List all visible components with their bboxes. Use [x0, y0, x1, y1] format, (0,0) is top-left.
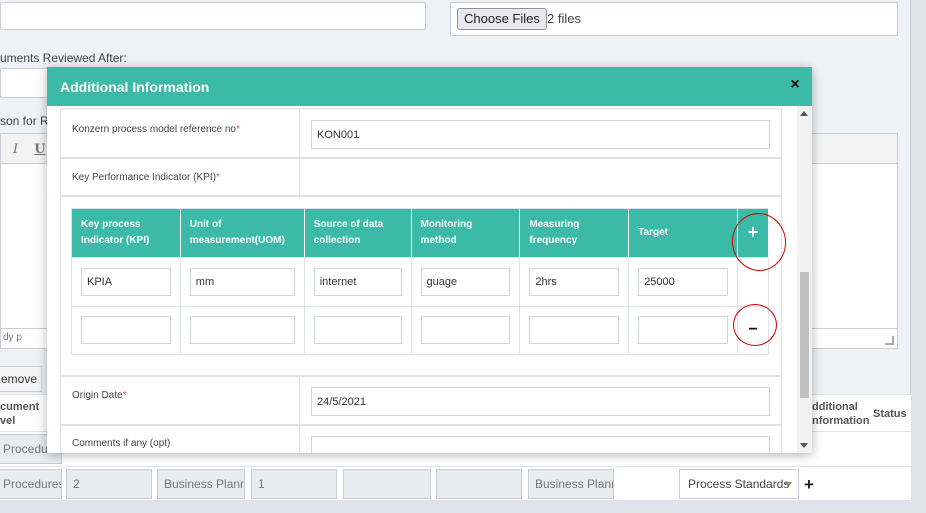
column-divider [299, 377, 300, 424]
uom-input[interactable] [189, 316, 295, 345]
italic-icon[interactable]: I [13, 142, 18, 157]
resize-handle-icon[interactable] [885, 336, 894, 345]
modal-header: Additional Information × [47, 67, 812, 106]
target-input[interactable]: 25000 [638, 267, 728, 296]
origin-date-input[interactable]: 24/5/2021 [311, 387, 770, 416]
file-upload-field[interactable]: Choose Files 2 files [450, 2, 898, 36]
column-header-status: Status [873, 408, 907, 420]
file-count-text: 2 files [547, 11, 581, 26]
monitoring-input[interactable] [420, 316, 511, 345]
monitoring-input[interactable]: guage [420, 267, 511, 296]
source-header: Source of data collection [304, 208, 412, 258]
konzern-label: Konzern process model reference no* [72, 124, 240, 135]
kpi-label: Key Performance Indicator (KPI)* [72, 172, 220, 183]
konzern-input[interactable]: KON001 [311, 120, 770, 149]
column-divider [299, 109, 300, 157]
table-row: KPIA mm internet guage 2hrs 25000 [71, 257, 770, 306]
konzern-row: Konzern process model reference no* KON0… [60, 108, 782, 158]
underline-icon[interactable]: U [34, 142, 45, 157]
add-row-icon[interactable]: + [804, 475, 814, 495]
column-header-document-level: cument vel [0, 401, 40, 427]
kpi-label-row: Key Performance Indicator (KPI)* [60, 158, 782, 196]
frequency-header: Measuring frequency [519, 208, 630, 258]
modal-title: Additional Information [60, 79, 210, 95]
close-icon[interactable]: × [788, 77, 802, 93]
table-row: − [71, 305, 770, 355]
kpi-table-section: Key process Indicator (KPI) Unit of meas… [60, 196, 782, 376]
comments-label: Comments if any (opt) [72, 438, 171, 449]
kpi-header: Key process Indicator (KPI) [71, 208, 181, 258]
uom-header: Unit of measurement(UOM) [180, 208, 305, 258]
source-input[interactable]: internet [313, 267, 402, 296]
choose-files-button[interactable]: Choose Files [457, 8, 547, 30]
select-value: Process Standards [688, 477, 790, 491]
kpi-input[interactable]: KPIA [81, 267, 171, 296]
process-standards-select[interactable]: Process Standards [679, 469, 799, 499]
origin-date-label: Origin Date* [72, 390, 127, 401]
comments-input[interactable] [311, 436, 770, 453]
table-cell[interactable]: Business Planr [157, 469, 245, 499]
additional-information-modal: Additional Information × Konzern process… [47, 67, 812, 453]
uom-input[interactable]: mm [189, 267, 295, 296]
column-divider [299, 159, 300, 195]
target-input[interactable] [638, 316, 728, 345]
monitoring-header: Monitoring method [411, 208, 521, 258]
kpi-input[interactable] [81, 316, 171, 345]
table-cell[interactable]: 1 [251, 469, 337, 499]
table-cell[interactable]: 2 [66, 469, 152, 499]
source-input[interactable] [313, 316, 402, 345]
scroll-thumb[interactable] [800, 272, 809, 398]
annotation-circle [733, 304, 777, 346]
comments-row: Comments if any (opt) [60, 425, 782, 453]
scroll-up-icon[interactable] [800, 111, 808, 116]
column-divider [299, 426, 300, 453]
frequency-input[interactable]: 2hrs [529, 267, 620, 296]
modal-scrollbar[interactable] [797, 106, 812, 453]
scroll-down-icon[interactable] [800, 443, 808, 448]
target-header: Target [628, 208, 738, 258]
column-header-additional-info: dditional nformation [812, 401, 870, 427]
documents-reviewed-label: uments Reviewed After: [0, 51, 127, 65]
table-cell[interactable]: Business Planr [528, 469, 614, 499]
chevron-down-icon [784, 482, 792, 487]
kpi-table: Key process Indicator (KPI) Unit of meas… [71, 208, 770, 355]
table-cell[interactable] [343, 469, 431, 499]
modal-body: Konzern process model reference no* KON0… [47, 106, 797, 453]
table-cell[interactable]: Procedures [0, 469, 62, 499]
row-divider [0, 466, 911, 467]
frequency-input[interactable] [529, 316, 620, 345]
reason-label: son for R [0, 114, 49, 128]
remove-button[interactable]: emove [0, 366, 42, 392]
origin-date-row: Origin Date* 24/5/2021 [60, 376, 782, 425]
background-input-top[interactable] [0, 2, 426, 30]
table-cell[interactable] [436, 469, 522, 499]
